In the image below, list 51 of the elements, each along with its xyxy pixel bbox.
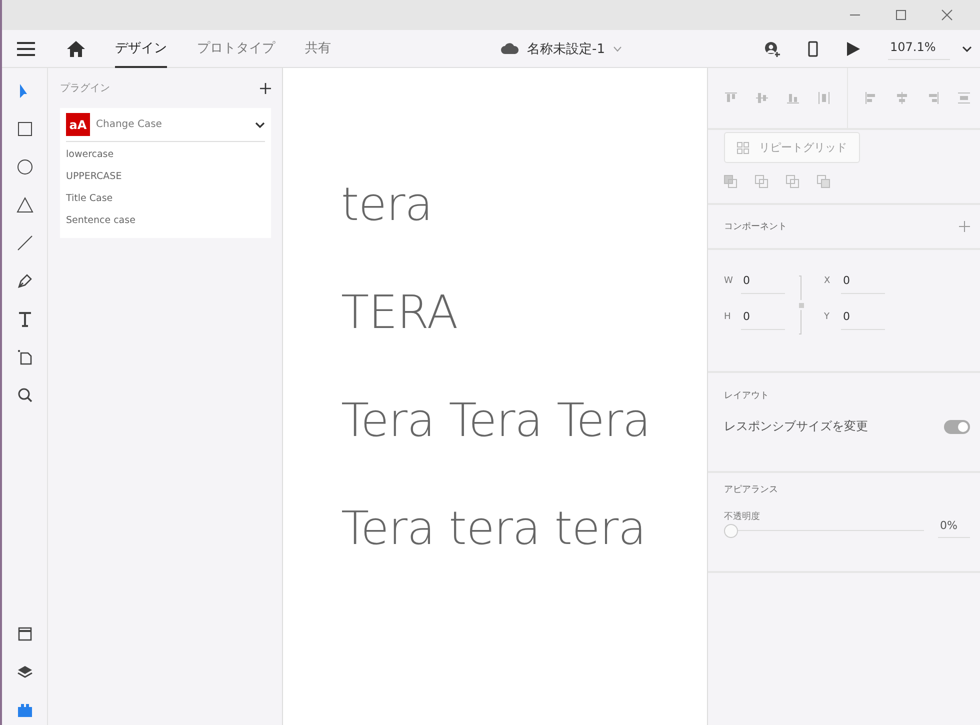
input-field[interactable]: 0 bbox=[741, 308, 785, 330]
tab[interactable]: 共有 bbox=[305, 29, 331, 68]
section-title: コンポーネント bbox=[724, 221, 787, 233]
input-field[interactable]: 0 bbox=[841, 272, 885, 294]
chevron-down-icon[interactable] bbox=[962, 46, 972, 52]
add-icon[interactable] bbox=[260, 82, 271, 94]
canvas-text[interactable]: Tera Tera Tera bbox=[341, 397, 707, 443]
triangle-icon[interactable] bbox=[16, 196, 34, 214]
play-icon[interactable] bbox=[846, 42, 860, 56]
circle-icon[interactable] bbox=[16, 158, 34, 176]
canvas-text[interactable]: tera bbox=[341, 181, 707, 227]
panel-title: プラグイン bbox=[60, 82, 110, 95]
input-field[interactable]: 0 bbox=[841, 308, 885, 330]
canvas-text[interactable]: TERA bbox=[341, 289, 707, 335]
pen-icon[interactable] bbox=[16, 272, 34, 290]
field-label: W bbox=[724, 276, 733, 286]
plugin-name[interactable]: Change Case bbox=[96, 119, 249, 130]
rectangle-icon[interactable] bbox=[16, 120, 34, 138]
line-icon[interactable] bbox=[16, 234, 34, 252]
input-field[interactable]: 0 bbox=[741, 272, 785, 294]
maximize-icon[interactable] bbox=[895, 9, 907, 21]
toggle-label: レスポンシブサイズを変更 bbox=[724, 418, 868, 435]
plugin-icon[interactable] bbox=[16, 701, 34, 719]
canvas-text[interactable]: Tera tera tera bbox=[341, 505, 707, 551]
section-title: アピアランス bbox=[724, 484, 779, 496]
document-title[interactable]: 名称未設定-1 bbox=[527, 40, 605, 58]
field-label: Y bbox=[824, 312, 830, 322]
plugin-logo: aA bbox=[66, 113, 90, 136]
field-label: H bbox=[724, 312, 732, 322]
grid-icon bbox=[737, 142, 749, 154]
plugin-command[interactable]: lowercase bbox=[66, 144, 265, 166]
search-icon[interactable] bbox=[16, 386, 34, 404]
phone-icon[interactable] bbox=[808, 40, 818, 56]
field-label: X bbox=[824, 276, 832, 286]
plugin-command[interactable]: UPPERCASE bbox=[66, 166, 265, 188]
tab[interactable]: プロトタイプ bbox=[197, 29, 275, 68]
artboard-icon[interactable] bbox=[16, 348, 34, 366]
cloud-icon bbox=[501, 43, 519, 54]
zoom-field[interactable]: 107.1% bbox=[888, 37, 950, 60]
toggle-switch[interactable] bbox=[944, 420, 970, 434]
chevron-down-icon[interactable] bbox=[255, 120, 265, 130]
panel-icon[interactable] bbox=[16, 625, 34, 643]
input-field[interactable]: 0% bbox=[938, 519, 970, 538]
close-icon[interactable] bbox=[941, 9, 953, 21]
home-icon[interactable] bbox=[67, 40, 85, 56]
user-add-icon[interactable] bbox=[764, 40, 780, 56]
plugin-command[interactable]: Sentence case bbox=[66, 210, 265, 232]
slider-label: 不透明度 bbox=[724, 510, 760, 523]
plugin-command[interactable]: Title Case bbox=[66, 188, 265, 210]
menu-icon[interactable] bbox=[17, 42, 35, 56]
section-title: レイアウト bbox=[724, 390, 770, 402]
